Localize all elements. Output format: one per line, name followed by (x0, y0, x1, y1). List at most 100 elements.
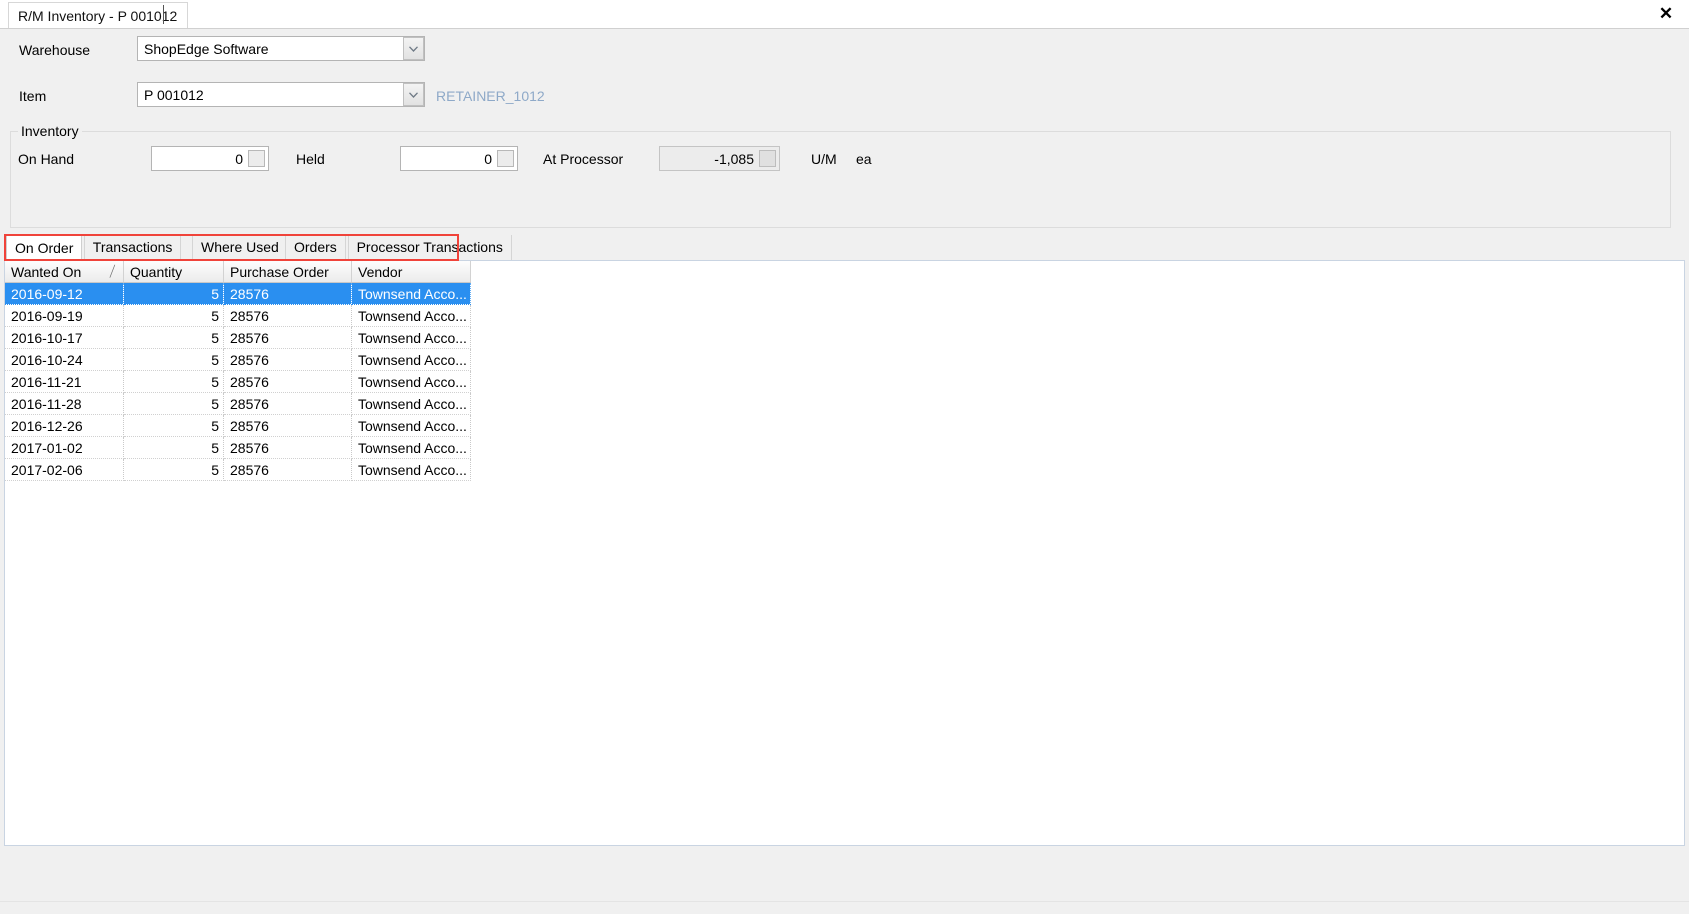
at-processor-value: -1,085 (714, 150, 754, 167)
table-row[interactable]: 2016-09-12 5 28576 Townsend Acco... (5, 282, 471, 305)
on-hand-label: On Hand (18, 151, 75, 167)
item-combobox-value: P 001012 (144, 86, 204, 103)
warehouse-combobox[interactable]: ShopEdge Software (137, 36, 425, 61)
column-header-vendor[interactable]: Vendor (351, 261, 471, 283)
cell-purchase-order: 28576 (223, 326, 352, 349)
cell-quantity: 5 (123, 370, 224, 393)
tab-label: Transactions (92, 239, 173, 255)
table-row[interactable]: 2016-11-21 5 28576 Townsend Acco... (5, 370, 471, 393)
groupbox-border-right (78, 131, 1671, 132)
cell-quantity: 5 (123, 414, 224, 437)
cell-wanted-on: 2016-09-19 (5, 304, 124, 327)
tab-transactions[interactable]: Transactions (83, 235, 182, 260)
column-header-wanted-on[interactable]: Wanted On ╱ (5, 261, 124, 283)
cell-purchase-order: 28576 (223, 436, 352, 459)
inventory-groupbox-legend: Inventory (18, 123, 82, 139)
held-lookup-button[interactable] (497, 150, 514, 167)
cell-wanted-on: 2016-10-17 (5, 326, 124, 349)
detail-tabbar: On Order Transactions Where Used Orders Proc… (0, 233, 1689, 261)
table-body: 2016-09-12 5 28576 Townsend Acco... 2016-09-… (5, 282, 471, 481)
cell-purchase-order: 28576 (223, 348, 352, 371)
cell-purchase-order: 28576 (223, 458, 352, 481)
cell-vendor: Townsend Acco... (351, 282, 471, 305)
chevron-down-icon[interactable] (403, 83, 424, 106)
table-row[interactable]: 2017-02-06 5 28576 Townsend Acco... (5, 458, 471, 481)
um-label: U/M (811, 151, 837, 167)
cell-quantity: 5 (123, 392, 224, 415)
cell-purchase-order: 28576 (223, 370, 352, 393)
text-caret (163, 5, 164, 24)
document-tab[interactable]: R/M Inventory - P 001012 (8, 2, 189, 29)
item-label: Item (19, 88, 47, 104)
tab-where-used[interactable]: Where Used (192, 235, 288, 260)
held-field[interactable]: 0 (400, 146, 518, 171)
um-value: ea (856, 151, 872, 167)
tab-orders[interactable]: Orders (285, 235, 346, 260)
close-icon[interactable]: ✕ (1653, 2, 1679, 26)
chevron-down-icon[interactable] (403, 37, 424, 60)
tab-label: Where Used (201, 239, 279, 255)
cell-vendor: Townsend Acco... (351, 458, 471, 481)
header-form-panel: Warehouse ShopEdge Software Item P 00101… (0, 29, 1689, 246)
document-tab-label: R/M Inventory - P 001012 (18, 8, 178, 24)
at-processor-label: At Processor (543, 151, 624, 167)
table-row[interactable]: 2016-11-28 5 28576 Townsend Acco... (5, 392, 471, 415)
table-row[interactable]: 2016-10-24 5 28576 Townsend Acco... (5, 348, 471, 371)
groupbox-border-left (10, 131, 18, 132)
cell-vendor: Townsend Acco... (351, 304, 471, 327)
cell-quantity: 5 (123, 282, 224, 305)
table-row[interactable]: 2017-01-02 5 28576 Townsend Acco... (5, 436, 471, 459)
cell-quantity: 5 (123, 458, 224, 481)
cell-wanted-on: 2017-02-06 (5, 458, 124, 481)
cell-quantity: 5 (123, 436, 224, 459)
tab-label: On Order (15, 240, 74, 256)
tab-label: Processor Transactions (356, 239, 503, 255)
column-header-label: Vendor (358, 263, 403, 280)
cell-quantity: 5 (123, 348, 224, 371)
column-header-label: Quantity (130, 263, 183, 280)
cell-quantity: 5 (123, 304, 224, 327)
cell-purchase-order: 28576 (223, 414, 352, 437)
at-processor-field[interactable]: -1,085 (659, 146, 780, 171)
table-header-row: Wanted On ╱ Quantity Purchase Order Vendor (5, 261, 471, 283)
cell-vendor: Townsend Acco... (351, 348, 471, 371)
cell-purchase-order: 28576 (223, 282, 352, 305)
cell-purchase-order: 28576 (223, 392, 352, 415)
warehouse-label: Warehouse (19, 42, 91, 58)
cell-vendor: Townsend Acco... (351, 326, 471, 349)
table-row[interactable]: 2016-09-19 5 28576 Townsend Acco... (5, 304, 471, 327)
cell-wanted-on: 2016-11-21 (5, 370, 124, 393)
on-hand-lookup-button[interactable] (248, 150, 265, 167)
item-description: RETAINER_1012 (436, 88, 545, 104)
cell-wanted-on: 2016-12-26 (5, 414, 124, 437)
cell-vendor: Townsend Acco... (351, 414, 471, 437)
rm-inventory-window: R/M Inventory - P 001012 ✕ Warehouse Sho… (0, 0, 1689, 914)
table-row[interactable]: 2016-12-26 5 28576 Townsend Acco... (5, 414, 471, 437)
cell-quantity: 5 (123, 326, 224, 349)
column-header-label: Purchase Order (230, 263, 329, 280)
item-combobox[interactable]: P 001012 (137, 82, 425, 107)
table-row[interactable]: 2016-10-17 5 28576 Townsend Acco... (5, 326, 471, 349)
on-hand-field[interactable]: 0 (151, 146, 269, 171)
at-processor-lookup-button[interactable] (759, 150, 776, 167)
column-header-quantity[interactable]: Quantity (123, 261, 224, 283)
cell-vendor: Townsend Acco... (351, 392, 471, 415)
cell-wanted-on: 2017-01-02 (5, 436, 124, 459)
cell-wanted-on: 2016-09-12 (5, 282, 124, 305)
cell-vendor: Townsend Acco... (351, 370, 471, 393)
on-order-table: Wanted On ╱ Quantity Purchase Order Vendor 2… (5, 261, 471, 481)
tab-label: Orders (294, 239, 337, 255)
cell-purchase-order: 28576 (223, 304, 352, 327)
cell-wanted-on: 2016-11-28 (5, 392, 124, 415)
warehouse-combobox-value: ShopEdge Software (144, 40, 269, 57)
window-bottom-strip (0, 901, 1689, 914)
cell-wanted-on: 2016-10-24 (5, 348, 124, 371)
cell-vendor: Townsend Acco... (351, 436, 471, 459)
on-order-grid-panel: Wanted On ╱ Quantity Purchase Order Vendor 2… (4, 260, 1685, 846)
held-value: 0 (484, 150, 492, 167)
tab-processor-transactions[interactable]: Processor Transactions (347, 235, 512, 260)
tab-on-order[interactable]: On Order (6, 235, 83, 260)
sort-ascending-icon: ╱ (110, 266, 116, 278)
on-hand-value: 0 (235, 150, 243, 167)
column-header-purchase-order[interactable]: Purchase Order (223, 261, 352, 283)
